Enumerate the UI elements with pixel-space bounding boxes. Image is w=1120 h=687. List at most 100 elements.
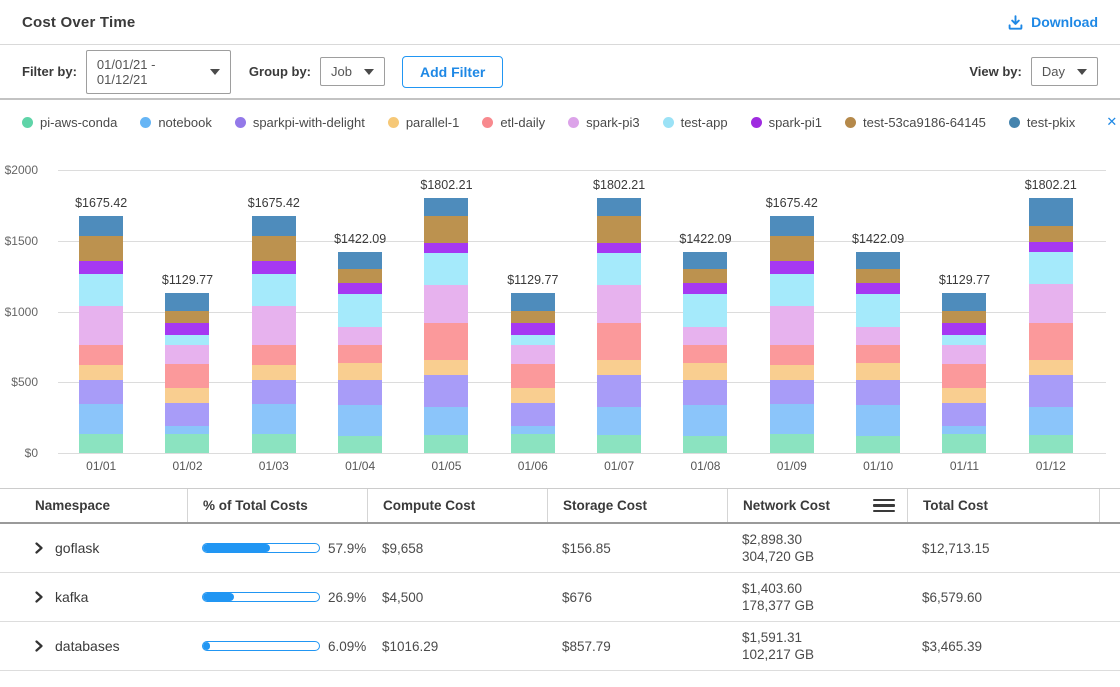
bar-segment-etl-daily[interactable] [942,364,986,388]
bar-segment-spark-pi1[interactable] [79,261,123,274]
group-by-dropdown[interactable]: Job [320,57,385,86]
bar-segment-test-app[interactable] [424,253,468,285]
bar-segment-test-app[interactable] [511,335,555,345]
bar-segment-spark-pi1[interactable] [942,323,986,335]
bar-segment-notebook[interactable] [856,405,900,436]
stacked-bar[interactable] [511,293,555,453]
bar-segment-etl-daily[interactable] [424,323,468,360]
column-header-compute-cost[interactable]: Compute Cost [367,489,547,522]
bar-segment-test-app[interactable] [683,294,727,327]
bar-segment-test-53ca9186-64145[interactable] [1029,226,1073,242]
bar-segment-pi-aws-conda[interactable] [338,436,382,453]
bar-segment-test-53ca9186-64145[interactable] [79,236,123,261]
legend-item[interactable]: test-app [663,115,728,130]
menu-icon[interactable] [873,499,895,513]
bar-segment-test-53ca9186-64145[interactable] [683,269,727,283]
stacked-bar[interactable] [338,252,382,453]
column-header-total-cost[interactable]: Total Cost [907,489,1100,522]
bar-segment-spark-pi3[interactable] [165,345,209,364]
expand-row-chevron-icon[interactable] [33,640,45,652]
bar-segment-spark-pi3[interactable] [1029,284,1073,322]
download-button[interactable]: Download [1007,14,1098,31]
stacked-bar[interactable] [1029,198,1073,453]
bar-segment-pi-aws-conda[interactable] [597,435,641,453]
bar-segment-spark-pi1[interactable] [683,283,727,294]
bar-segment-spark-pi3[interactable] [597,285,641,322]
stacked-bar[interactable] [942,293,986,453]
bar-segment-test-53ca9186-64145[interactable] [252,236,296,261]
date-range-dropdown[interactable]: 01/01/21 - 01/12/21 [86,50,231,94]
column-header-storage-cost[interactable]: Storage Cost [547,489,727,522]
bar-segment-test-app[interactable] [856,294,900,327]
legend-item[interactable]: spark-pi1 [751,115,822,130]
bar-segment-parallel-1[interactable] [597,360,641,375]
bar-segment-notebook[interactable] [165,426,209,433]
bar-segment-parallel-1[interactable] [1029,360,1073,375]
bar-segment-test-53ca9186-64145[interactable] [165,311,209,323]
legend-item[interactable]: etl-daily [482,115,545,130]
bar-segment-test-53ca9186-64145[interactable] [511,311,555,323]
bar-segment-test-pkix[interactable] [511,293,555,311]
bar-segment-sparkpi-with-delight[interactable] [1029,375,1073,407]
bar-segment-test-app[interactable] [79,274,123,306]
bar-segment-sparkpi-with-delight[interactable] [252,380,296,404]
bar-segment-notebook[interactable] [770,404,814,434]
bar-segment-spark-pi1[interactable] [856,283,900,294]
bar-segment-etl-daily[interactable] [770,345,814,364]
bar-segment-etl-daily[interactable] [165,364,209,388]
stacked-bar[interactable] [424,198,468,453]
bar-segment-spark-pi1[interactable] [597,243,641,253]
bar-segment-sparkpi-with-delight[interactable] [511,403,555,427]
bar-segment-parallel-1[interactable] [79,365,123,381]
bar-segment-etl-daily[interactable] [1029,323,1073,360]
stacked-bar[interactable] [770,216,814,453]
bar-segment-parallel-1[interactable] [252,365,296,381]
legend-item[interactable]: parallel-1 [388,115,459,130]
bar-segment-sparkpi-with-delight[interactable] [942,403,986,427]
bar-segment-notebook[interactable] [252,404,296,434]
bar-segment-test-app[interactable] [770,274,814,306]
bar-segment-spark-pi3[interactable] [942,345,986,364]
bar-segment-parallel-1[interactable] [683,363,727,380]
bar-segment-test-53ca9186-64145[interactable] [338,269,382,283]
legend-item[interactable]: sparkpi-with-delight [235,115,365,130]
legend-item[interactable]: test-pkix [1009,115,1075,130]
bar-segment-test-pkix[interactable] [424,198,468,216]
bar-segment-test-pkix[interactable] [252,216,296,236]
stacked-bar[interactable] [683,252,727,453]
bar-segment-pi-aws-conda[interactable] [79,434,123,453]
bar-segment-spark-pi3[interactable] [79,306,123,345]
bar-segment-test-53ca9186-64145[interactable] [770,236,814,261]
bar-segment-pi-aws-conda[interactable] [1029,435,1073,453]
stacked-bar[interactable] [856,252,900,453]
bar-segment-notebook[interactable] [1029,407,1073,435]
bar-segment-notebook[interactable] [338,405,382,436]
bar-segment-notebook[interactable] [511,426,555,433]
bar-segment-test-pkix[interactable] [683,252,727,269]
bar-segment-parallel-1[interactable] [942,388,986,403]
column-header-namespace[interactable]: Namespace [20,489,187,522]
bar-segment-etl-daily[interactable] [79,345,123,364]
bar-segment-parallel-1[interactable] [511,388,555,403]
legend-item[interactable]: pi-aws-conda [22,115,117,130]
stacked-bar[interactable] [252,216,296,453]
view-by-dropdown[interactable]: Day [1031,57,1098,86]
bar-segment-test-pkix[interactable] [597,198,641,216]
bar-segment-spark-pi1[interactable] [770,261,814,274]
bar-segment-sparkpi-with-delight[interactable] [79,380,123,404]
bar-segment-test-53ca9186-64145[interactable] [856,269,900,283]
bar-segment-pi-aws-conda[interactable] [252,434,296,453]
column-header-network-cost[interactable]: Network Cost [727,489,907,522]
bar-segment-sparkpi-with-delight[interactable] [683,380,727,405]
bar-segment-notebook[interactable] [597,407,641,435]
bar-segment-spark-pi1[interactable] [338,283,382,294]
bar-segment-spark-pi1[interactable] [511,323,555,335]
bar-segment-sparkpi-with-delight[interactable] [165,403,209,427]
bar-segment-etl-daily[interactable] [252,345,296,364]
bar-segment-spark-pi3[interactable] [424,285,468,322]
bar-segment-test-pkix[interactable] [856,252,900,269]
bar-segment-test-app[interactable] [338,294,382,327]
bar-segment-parallel-1[interactable] [338,363,382,380]
bar-segment-spark-pi3[interactable] [856,327,900,344]
bar-segment-test-53ca9186-64145[interactable] [942,311,986,323]
